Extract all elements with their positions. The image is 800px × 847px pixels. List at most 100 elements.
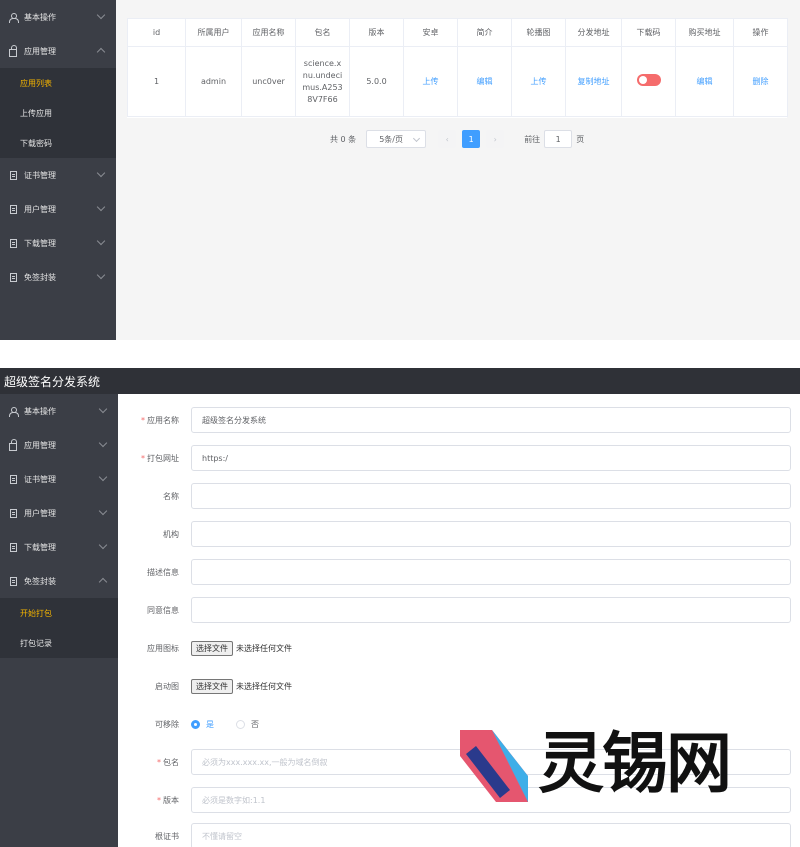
form-row-org: 机构 xyxy=(118,515,798,553)
sidebar-item-app-management[interactable]: 应用管理 xyxy=(0,428,118,462)
description-input[interactable] xyxy=(191,559,791,585)
cell-download-code xyxy=(621,46,676,117)
form-row-launch: 启动图 选择文件 未选择任何文件 xyxy=(118,667,798,705)
sidebar: 基本操作 应用管理 应用列表 上传应用 下载密码 证书管理 用户管理 下载管理 … xyxy=(0,0,116,340)
download-code-toggle[interactable] xyxy=(636,73,661,86)
lock-icon xyxy=(8,438,18,451)
app-table-container: id 所属用户 应用名称 包名 版本 安卓 简介 轮播图 分发地址 下载码 购买… xyxy=(127,18,788,118)
column-header: 版本 xyxy=(349,18,404,47)
next-page-button[interactable]: › xyxy=(486,130,505,148)
column-header: id xyxy=(127,18,186,47)
cell-version: 5.0.0 xyxy=(349,46,404,117)
app-icon-file-status: 未选择任何文件 xyxy=(236,643,292,653)
chevron-down-icon xyxy=(96,270,106,280)
sidebar-item-users[interactable]: 用户管理 xyxy=(0,496,118,530)
column-header: 操作 xyxy=(733,18,788,47)
buy-url-edit-link[interactable]: 编辑 xyxy=(697,77,713,86)
watermark-logo: 灵锡网 xyxy=(452,720,752,810)
app-name-input[interactable]: 超级签名分发系统 xyxy=(191,407,791,433)
form-row-cert: 根证书 不懂请留空 xyxy=(118,817,798,847)
column-header: 安卓 xyxy=(403,18,458,47)
document-icon xyxy=(8,170,18,180)
launch-image-file-status: 未选择任何文件 xyxy=(236,681,292,691)
required-mark: * xyxy=(141,453,145,463)
radio-no[interactable] xyxy=(236,719,245,729)
sidebar-item-start-packaging[interactable]: 开始打包 xyxy=(0,598,118,628)
column-header: 轮播图 xyxy=(511,18,566,47)
form-row-pack-url: * 打包网址 https:/ xyxy=(118,439,798,477)
table-header-row: id 所属用户 应用名称 包名 版本 安卓 简介 轮播图 分发地址 下载码 购买… xyxy=(127,18,788,47)
column-header: 分发地址 xyxy=(565,18,622,47)
chevron-down-icon xyxy=(98,438,108,448)
launch-image-file-button[interactable]: 选择文件 xyxy=(191,678,233,694)
sidebar-item-upload-app[interactable]: 上传应用 xyxy=(0,98,116,128)
form-row-name: 名称 xyxy=(118,477,798,515)
chevron-down-icon xyxy=(98,404,108,414)
app-title-bar: 超级签名分发系统 xyxy=(0,368,800,394)
cell-package: science.xnu.undecimus.A2538V7F66 xyxy=(295,46,350,117)
sidebar-item-basic[interactable]: 基本操作 xyxy=(0,0,116,34)
pagination: 共 0 条 5条/页 ‹ 1 › 前往 1 页 xyxy=(330,130,584,148)
sidebar-item-downloads[interactable]: 下载管理 xyxy=(0,530,118,564)
sidebar: 基本操作 应用管理 证书管理 用户管理 下载管理 免签封装 开始打包 打包记录 xyxy=(0,394,118,847)
sidebar-item-packaging-records[interactable]: 打包记录 xyxy=(0,628,118,658)
sidebar-item-downloads[interactable]: 下载管理 xyxy=(0,226,116,260)
goto-label: 前往 xyxy=(524,134,541,144)
chevron-down-icon xyxy=(98,540,108,550)
android-upload-link[interactable]: 上传 xyxy=(423,77,439,86)
chevron-up-icon xyxy=(98,577,108,587)
cell-intro: 编辑 xyxy=(457,46,512,117)
user-icon xyxy=(8,12,19,23)
form-row-app-icon: 应用图标 选择文件 未选择任何文件 xyxy=(118,629,798,667)
app-table: id 所属用户 应用名称 包名 版本 安卓 简介 轮播图 分发地址 下载码 购买… xyxy=(127,18,788,117)
cell-buy-url: 编辑 xyxy=(675,46,734,117)
column-header: 包名 xyxy=(295,18,350,47)
app-list-screen: 基本操作 应用管理 应用列表 上传应用 下载密码 证书管理 用户管理 下载管理 … xyxy=(0,0,800,340)
sidebar-item-free-sign[interactable]: 免签封装 xyxy=(0,260,116,294)
chevron-down-icon xyxy=(96,10,106,20)
pack-url-input[interactable]: https:/ xyxy=(191,445,791,471)
lock-icon xyxy=(8,44,18,57)
prev-page-button[interactable]: ‹ xyxy=(438,130,457,148)
document-icon xyxy=(8,474,18,484)
sidebar-item-basic[interactable]: 基本操作 xyxy=(0,394,118,428)
column-header: 下载码 xyxy=(621,18,676,47)
copy-address-link[interactable]: 复制地址 xyxy=(578,77,610,86)
goto-page-input[interactable]: 1 xyxy=(544,130,573,148)
agree-input[interactable] xyxy=(191,597,791,623)
column-header: 所属用户 xyxy=(185,18,242,47)
sidebar-item-users[interactable]: 用户管理 xyxy=(0,192,116,226)
required-mark: * xyxy=(157,757,161,767)
page-size-select[interactable]: 5条/页 xyxy=(366,130,427,148)
sidebar-item-download-password[interactable]: 下载密码 xyxy=(0,128,116,158)
column-header: 简介 xyxy=(457,18,512,47)
required-mark: * xyxy=(157,795,161,805)
cell-dist-url: 复制地址 xyxy=(565,46,622,117)
sidebar-item-free-sign[interactable]: 免签封装 xyxy=(0,564,118,598)
app-title: 超级签名分发系统 xyxy=(4,374,101,389)
cell-carousel: 上传 xyxy=(511,46,566,117)
cell-id: 1 xyxy=(127,46,186,117)
sidebar-item-certificates[interactable]: 证书管理 xyxy=(0,158,116,192)
carousel-upload-link[interactable]: 上传 xyxy=(531,77,547,86)
org-input[interactable] xyxy=(191,521,791,547)
sidebar-item-app-list[interactable]: 应用列表 xyxy=(0,68,116,98)
cell-action: 删除 xyxy=(733,46,788,117)
cert-input[interactable]: 不懂请留空 xyxy=(191,823,791,847)
chevron-down-icon xyxy=(96,168,106,178)
delete-link[interactable]: 删除 xyxy=(753,77,769,86)
form-row-desc: 描述信息 xyxy=(118,553,798,591)
page-number-button[interactable]: 1 xyxy=(462,130,481,148)
document-icon xyxy=(8,508,18,518)
chevron-down-icon xyxy=(98,472,108,482)
required-mark: * xyxy=(141,415,145,425)
form-row-app-name: * 应用名称 超级签名分发系统 xyxy=(118,401,798,439)
sidebar-item-app-management[interactable]: 应用管理 xyxy=(0,34,116,68)
intro-edit-link[interactable]: 编辑 xyxy=(477,77,493,86)
sidebar-item-certificates[interactable]: 证书管理 xyxy=(0,462,118,496)
name-input[interactable] xyxy=(191,483,791,509)
document-icon xyxy=(8,576,18,586)
column-header: 应用名称 xyxy=(241,18,296,47)
radio-yes[interactable] xyxy=(191,719,200,729)
app-icon-file-button[interactable]: 选择文件 xyxy=(191,640,233,656)
